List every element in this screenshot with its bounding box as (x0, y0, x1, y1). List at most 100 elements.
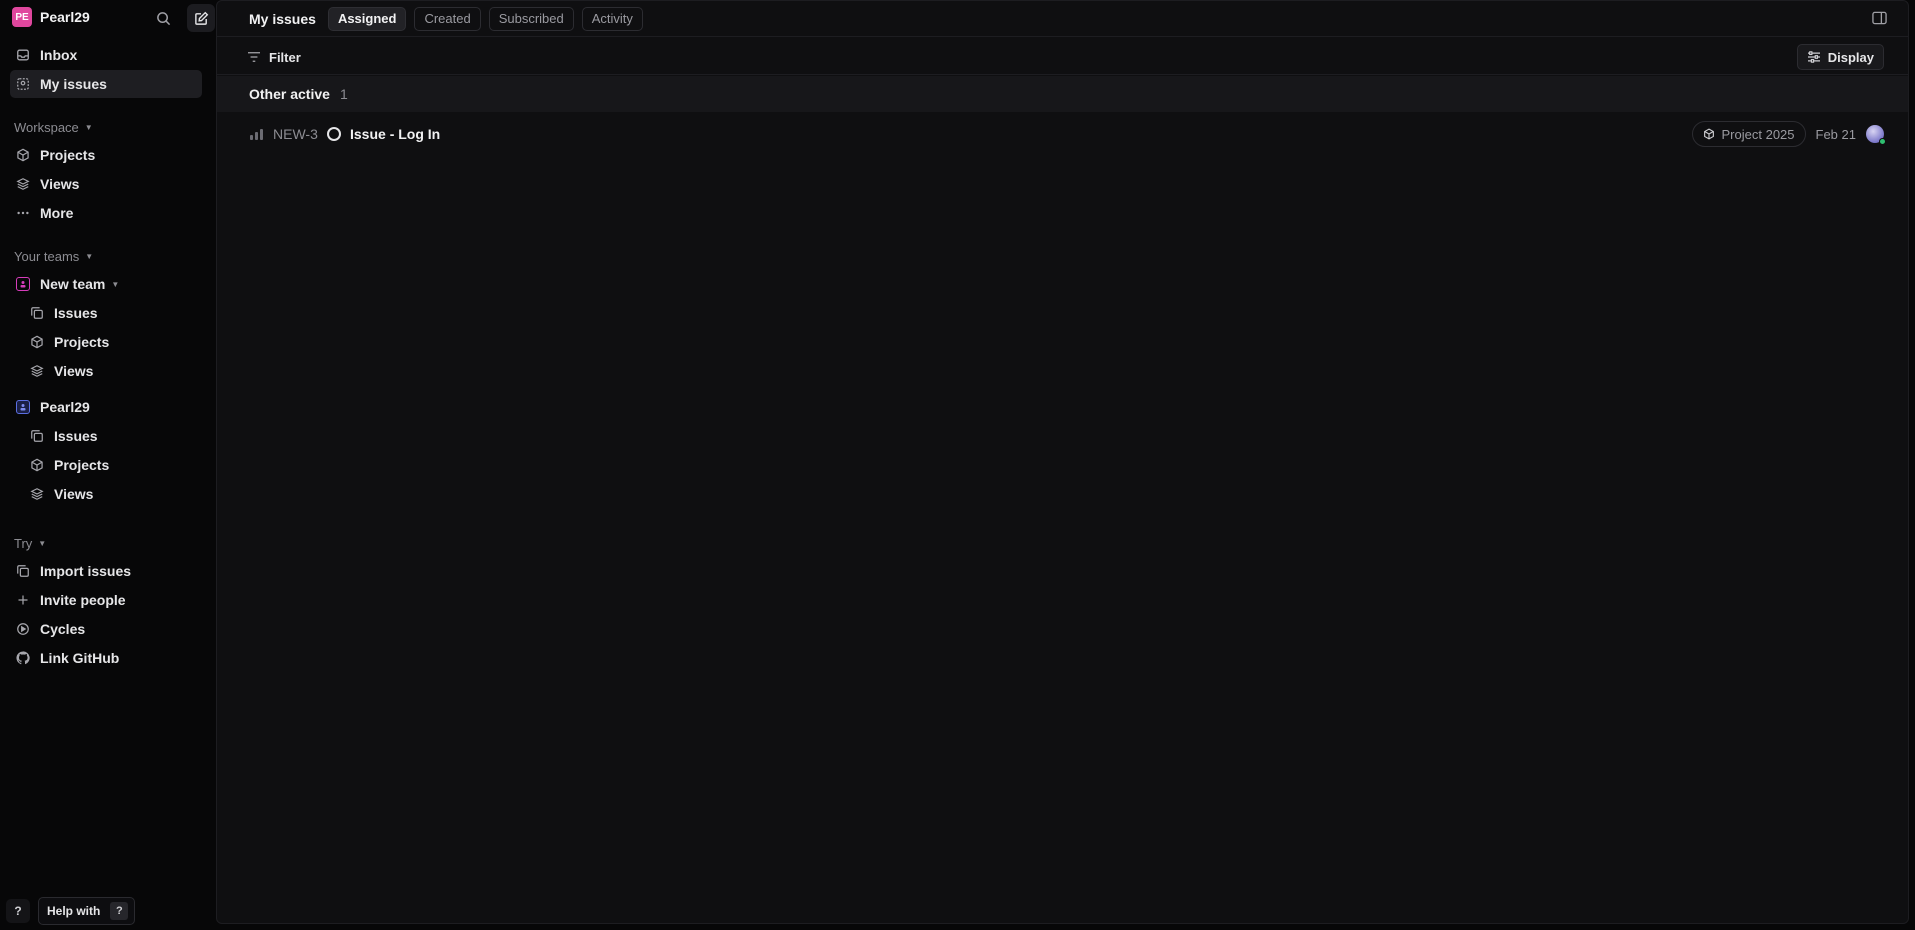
sidebar-item-cycles[interactable]: Cycles (10, 615, 202, 643)
team-icon (15, 399, 31, 415)
sidebar-item-import-issues[interactable]: Import issues (10, 557, 202, 585)
layers-icon (29, 486, 45, 502)
sidebar-item-label: More (40, 205, 74, 221)
section-label: Your teams (14, 249, 80, 264)
main-panel: My issues Assigned Created Subscribed Ac… (216, 0, 1909, 924)
sidebar-item-label: Views (54, 363, 94, 379)
issue-title: Issue - Log In (350, 126, 441, 142)
project-chip[interactable]: Project 2025 (1691, 121, 1806, 147)
cycles-icon (15, 621, 31, 637)
search-icon[interactable] (152, 7, 174, 29)
ellipsis-icon (15, 205, 31, 221)
sidebar-item-team-views[interactable]: Views (24, 480, 202, 508)
sliders-icon (1807, 51, 1821, 63)
project-name: Project 2025 (1721, 126, 1795, 142)
help-with-button[interactable]: Help with ? (38, 897, 136, 925)
inbox-icon (15, 47, 31, 63)
sidebar-item-label: Invite people (40, 592, 126, 608)
cube-icon (29, 457, 45, 473)
group-header[interactable]: Other active 1 (217, 76, 1908, 112)
help-with-label: Help with (47, 904, 101, 918)
plus-icon (15, 592, 31, 608)
sidebar-item-link-github[interactable]: Link GitHub (10, 644, 202, 672)
new-issue-button[interactable] (187, 4, 215, 32)
workspace-avatar: PE (12, 7, 32, 27)
layers-icon (29, 363, 45, 379)
workspace-switcher[interactable]: PE Pearl29 (12, 4, 215, 32)
github-icon (15, 650, 31, 666)
issues-icon (29, 305, 45, 321)
cube-icon (15, 147, 31, 163)
tab-subscribed[interactable]: Subscribed (488, 6, 574, 31)
tab-assigned[interactable]: Assigned (327, 6, 407, 31)
issues-icon (29, 428, 45, 444)
section-workspace[interactable]: Workspace ▼ (14, 120, 93, 135)
tab-created[interactable]: Created (414, 6, 481, 31)
online-status-indicator (1879, 138, 1886, 145)
team-new-team[interactable]: New team ▼ (10, 270, 202, 298)
tab-activity[interactable]: Activity (581, 6, 643, 31)
filter-icon (247, 51, 261, 63)
sidebar-item-label: Views (54, 486, 94, 502)
assignee-avatar[interactable] (1866, 125, 1886, 145)
priority-icon[interactable] (250, 128, 263, 140)
issue-id: NEW-3 (273, 126, 318, 142)
import-icon (15, 563, 31, 579)
issue-date: Feb 21 (1815, 126, 1856, 142)
compose-icon (194, 11, 208, 25)
workspace-name: Pearl29 (40, 9, 90, 25)
sidebar-item-views[interactable]: Views (10, 170, 202, 198)
sidebar-item-label: Projects (54, 457, 110, 473)
sidebar-item-label: Projects (40, 147, 96, 163)
sidebar-item-team-issues[interactable]: Issues (24, 422, 202, 450)
page-title: My issues (249, 10, 316, 27)
caret-down-icon: ▼ (38, 539, 47, 548)
sidebar-item-label: Inbox (40, 47, 78, 63)
team-pearl29[interactable]: Pearl29 (10, 393, 202, 421)
sidebar-item-team-projects[interactable]: Projects (24, 328, 202, 356)
caret-down-icon: ▼ (111, 279, 120, 289)
sidebar-item-team-projects[interactable]: Projects (24, 451, 202, 479)
team-name: New team (40, 276, 106, 292)
filter-label: Filter (269, 49, 301, 65)
filter-bar: Filter Display (217, 38, 1908, 75)
sidebar-item-more[interactable]: More (10, 199, 202, 227)
caret-down-icon: ▼ (85, 252, 94, 261)
sidebar-item-projects[interactable]: Projects (10, 141, 202, 169)
cube-icon (1703, 128, 1715, 140)
group-title: Other active (249, 86, 330, 102)
section-try[interactable]: Try ▼ (14, 536, 46, 551)
sidebar-item-invite-people[interactable]: Invite people (10, 586, 202, 614)
keyboard-shortcut: ? (110, 902, 129, 920)
sidebar-item-label: Link GitHub (40, 650, 120, 666)
section-label: Try (14, 536, 33, 551)
help-button[interactable]: ? (6, 899, 30, 923)
sidebar-item-label: Views (40, 176, 80, 192)
issue-row[interactable]: NEW-3 Issue - Log In Project 2025 Feb 21 (217, 119, 1908, 149)
display-label: Display (1827, 49, 1874, 65)
group-count: 1 (339, 86, 348, 102)
sidebar-item-inbox[interactable]: Inbox (10, 41, 202, 69)
caret-down-icon: ▼ (84, 123, 93, 132)
sidebar-item-label: Issues (54, 305, 98, 321)
header: My issues Assigned Created Subscribed Ac… (217, 1, 1908, 37)
sidebar-item-team-issues[interactable]: Issues (24, 299, 202, 327)
sidebar-item-team-views[interactable]: Views (24, 357, 202, 385)
filter-button[interactable]: Filter (247, 46, 301, 68)
cube-icon (29, 334, 45, 350)
sidebar-item-label: Cycles (40, 621, 86, 637)
toggle-sidebar-panel-icon[interactable] (1870, 9, 1888, 27)
my-issues-icon (15, 76, 31, 92)
team-name: Pearl29 (40, 399, 90, 415)
sidebar-item-my-issues[interactable]: My issues (10, 70, 202, 98)
team-icon (15, 276, 31, 292)
layers-icon (15, 176, 31, 192)
status-todo-icon[interactable] (327, 127, 341, 141)
sidebar-item-label: My issues (40, 76, 107, 92)
sidebar: PE Pearl29 Inbox My issues Workspace ▼ P… (0, 0, 216, 930)
section-your-teams[interactable]: Your teams ▼ (14, 249, 93, 264)
section-label: Workspace (14, 120, 79, 135)
display-button[interactable]: Display (1796, 44, 1884, 70)
issue-meta: Project 2025 Feb 21 (1691, 119, 1886, 149)
sidebar-item-label: Import issues (40, 563, 132, 579)
